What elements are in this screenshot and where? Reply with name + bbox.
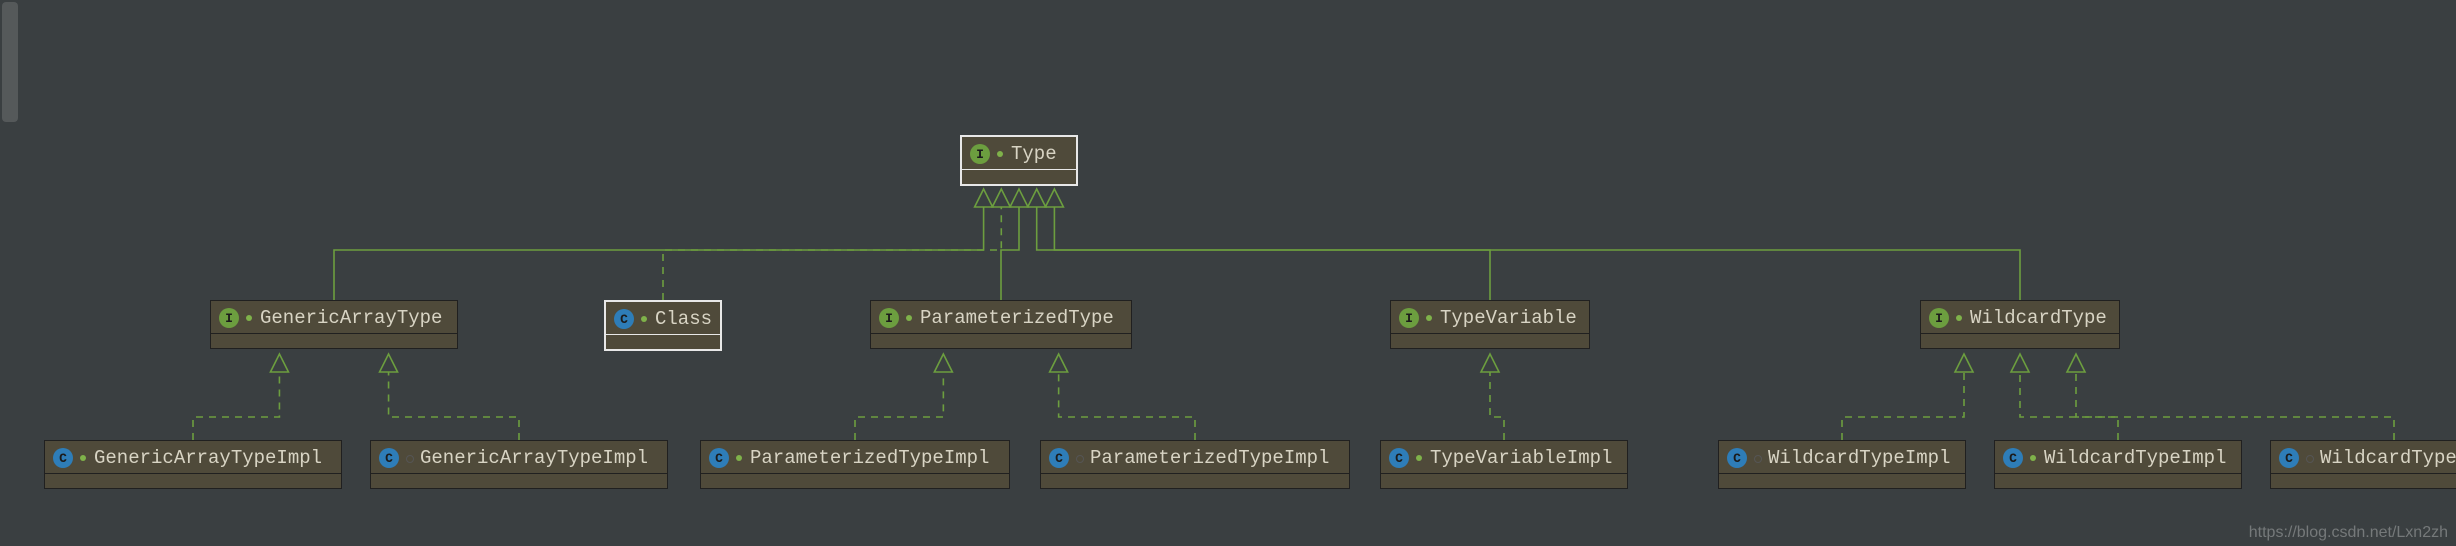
class-icon: C: [614, 309, 634, 329]
node-type-variable-impl[interactable]: C TypeVariableImpl: [1380, 440, 1628, 489]
public-pin-icon: [1425, 314, 1434, 323]
class-icon: C: [709, 448, 729, 468]
interface-icon: I: [219, 308, 239, 328]
class-icon: C: [1049, 448, 1069, 468]
node-generic-array-type[interactable]: I GenericArrayType: [210, 300, 458, 349]
node-generic-array-type-impl-1[interactable]: C GenericArrayTypeImpl: [44, 440, 342, 489]
node-label: GenericArrayTypeImpl: [420, 447, 648, 469]
node-label: TypeVariableImpl: [1430, 447, 1612, 469]
node-label: WildcardTypeImpl: [1768, 447, 1950, 469]
node-wildcard-type-impl-2[interactable]: C WildcardTypeImpl: [1994, 440, 2242, 489]
public-pin-icon: [735, 454, 744, 463]
public-pin-icon: [1415, 454, 1424, 463]
interface-icon: I: [970, 144, 990, 164]
node-label: TypeVariable: [1440, 307, 1577, 329]
public-pin-icon: [2029, 454, 2038, 463]
public-pin-icon: [640, 315, 649, 324]
scrollbar-vertical[interactable]: [2, 2, 18, 122]
package-pin-icon: [2305, 454, 2314, 463]
node-label: GenericArrayTypeImpl: [94, 447, 322, 469]
public-pin-icon: [1955, 314, 1964, 323]
class-icon: C: [53, 448, 73, 468]
package-pin-icon: [405, 454, 414, 463]
public-pin-icon: [245, 314, 254, 323]
node-label: ParameterizedTypeImpl: [1090, 447, 1329, 469]
node-generic-array-type-impl-2[interactable]: C GenericArrayTypeImpl: [370, 440, 668, 489]
node-parameterized-type-impl-1[interactable]: C ParameterizedTypeImpl: [700, 440, 1010, 489]
node-label: GenericArrayType: [260, 307, 442, 329]
node-label: ParameterizedType: [920, 307, 1114, 329]
class-icon: C: [2279, 448, 2299, 468]
class-icon: C: [379, 448, 399, 468]
node-label: ParameterizedTypeImpl: [750, 447, 989, 469]
watermark-text: https://blog.csdn.net/Lxn2zh: [2249, 524, 2448, 542]
public-pin-icon: [79, 454, 88, 463]
node-parameterized-type-impl-2[interactable]: C ParameterizedTypeImpl: [1040, 440, 1350, 489]
interface-icon: I: [1929, 308, 1949, 328]
node-label: Type: [1011, 143, 1057, 165]
node-label: WildcardTypeImpl: [2044, 447, 2226, 469]
class-icon: C: [2003, 448, 2023, 468]
public-pin-icon: [996, 150, 1005, 159]
node-type[interactable]: I Type: [960, 135, 1078, 186]
node-wildcard-type-impl-1[interactable]: C WildcardTypeImpl: [1718, 440, 1966, 489]
diagram-canvas[interactable]: { "diagram": { "root": { "name": "Type",…: [0, 0, 2456, 546]
class-icon: C: [1727, 448, 1747, 468]
public-pin-icon: [905, 314, 914, 323]
node-label: WildcardType: [1970, 307, 2107, 329]
package-pin-icon: [1753, 454, 1762, 463]
node-wildcard-type[interactable]: I WildcardType: [1920, 300, 2120, 349]
package-pin-icon: [1075, 454, 1084, 463]
node-parameterized-type[interactable]: I ParameterizedType: [870, 300, 1132, 349]
node-type-variable[interactable]: I TypeVariable: [1390, 300, 1590, 349]
class-icon: C: [1389, 448, 1409, 468]
interface-icon: I: [1399, 308, 1419, 328]
interface-icon: I: [879, 308, 899, 328]
node-label: Class: [655, 308, 712, 330]
node-wildcard-type-impl-3[interactable]: C WildcardTypeImpl: [2270, 440, 2456, 489]
node-class[interactable]: C Class: [604, 300, 722, 351]
node-label: WildcardTypeImpl: [2320, 447, 2456, 469]
